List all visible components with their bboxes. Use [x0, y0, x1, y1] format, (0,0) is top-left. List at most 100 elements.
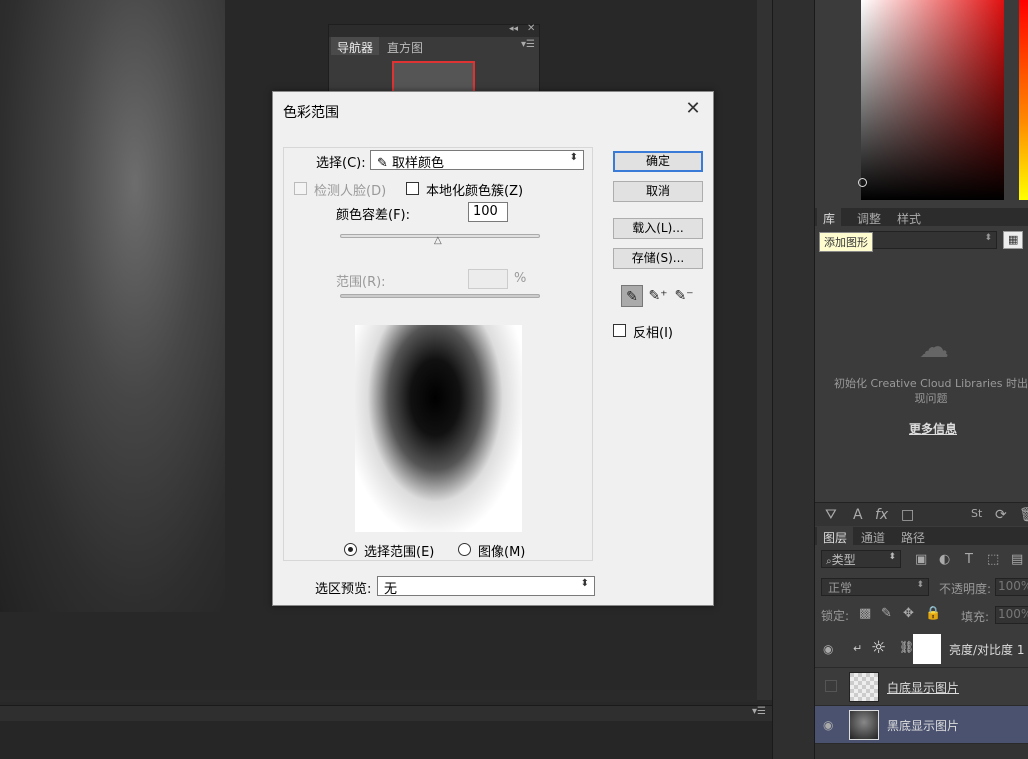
range-input[interactable]	[468, 269, 508, 289]
layer-name[interactable]: 亮度/对比度 1	[949, 641, 1025, 658]
select-dropdown[interactable]: ✎ 取样颜色 ⬍	[370, 150, 584, 171]
panel-dock-strip	[772, 0, 814, 759]
selection-radio-label: 选择范围(E)	[364, 545, 435, 560]
more-info-link[interactable]: 更多信息	[909, 420, 957, 437]
options-group: 选择(C): ✎ 取样颜色 ⬍ 检测人脸(D) 本地化颜色簇(Z) 颜色容差(F…	[283, 147, 593, 561]
ok-button[interactable]: 确定	[613, 151, 703, 172]
filter-type-icon[interactable]: T	[965, 552, 973, 567]
detect-faces-label: 检测人脸(D)	[314, 184, 387, 199]
dialog-title: 色彩范围	[283, 105, 339, 121]
updown-arrow-icon: ⬍	[569, 152, 578, 163]
library-toolbar: ⛛ A fx □ St ⟳ 🗑	[815, 502, 1028, 526]
selection-preview-value: 无	[384, 582, 398, 597]
collapse-icon[interactable]: ◂◂	[509, 24, 518, 34]
filter-pixel-icon[interactable]: ▣	[915, 552, 927, 567]
selection-preview-image[interactable]	[355, 325, 522, 532]
add-layer-style-icon[interactable]: fx	[875, 507, 888, 523]
right-panels: 库 调整 样式 ⬍ 添加图形 ▦ ☁ 初始化 Creative Cloud Li…	[814, 0, 1028, 759]
eye-icon[interactable]: ◉	[823, 642, 833, 656]
selection-radio[interactable]	[344, 543, 357, 556]
filter-adjustment-icon[interactable]: ◐	[939, 552, 950, 567]
stock-icon[interactable]: St	[971, 507, 982, 520]
save-button[interactable]: 存储(S)...	[613, 248, 703, 269]
tab-libraries[interactable]: 库	[817, 208, 842, 226]
layer-row[interactable]: ◉ 黑底显示图片	[815, 706, 1028, 744]
tab-paths[interactable]: 路径	[895, 527, 931, 545]
tab-channels[interactable]: 通道	[855, 527, 891, 545]
lock-image-icon[interactable]: ✎	[881, 606, 892, 621]
layer-name[interactable]: 白底显示图片	[887, 679, 959, 696]
grid-view-icon[interactable]: ▦	[1003, 231, 1023, 249]
close-icon[interactable]: ✕	[527, 23, 535, 34]
add-color-icon[interactable]: ⛛	[825, 507, 837, 523]
layer-thumbnail	[849, 672, 879, 702]
layer-filter-select[interactable]: ⌕类型 ⬍	[821, 550, 901, 568]
filter-smart-object-icon[interactable]: ▤	[1011, 552, 1023, 567]
select-value: 取样颜色	[392, 156, 445, 171]
opacity-input[interactable]: 100%	[995, 578, 1028, 596]
invert-checkbox[interactable]	[613, 324, 626, 337]
vertical-scrollbar[interactable]	[757, 0, 772, 700]
fuzziness-label: 颜色容差(F):	[336, 208, 411, 223]
tab-layers[interactable]: 图层	[817, 527, 854, 545]
updown-arrow-icon: ⬍	[580, 578, 589, 589]
tab-styles[interactable]: 样式	[891, 208, 927, 226]
eyedropper-icon[interactable]: ✎	[621, 285, 643, 307]
lock-all-icon[interactable]: 🔒	[925, 606, 941, 621]
filter-shape-icon[interactable]: ⬚	[987, 552, 999, 567]
image-radio[interactable]	[458, 543, 471, 556]
document-photo	[0, 0, 225, 612]
invert-label: 反相(I)	[633, 326, 673, 341]
localized-clusters-checkbox[interactable]	[406, 182, 419, 195]
tab-adjustments[interactable]: 调整	[851, 208, 887, 226]
lock-transparent-icon[interactable]: ▩	[859, 606, 871, 621]
layers-tabs: 图层 通道 路径	[815, 527, 1028, 545]
fill-label: 填充:	[961, 610, 990, 624]
close-icon[interactable]: ✕	[681, 98, 705, 120]
selection-preview-label: 选区预览:	[315, 582, 372, 597]
library-select[interactable]: ⬍	[869, 231, 997, 249]
layer-name[interactable]: 黑底显示图片	[887, 717, 959, 734]
lock-label: 锁定:	[821, 609, 850, 623]
fuzziness-input[interactable]: 100	[468, 202, 508, 222]
tab-navigator[interactable]: 导航器	[331, 37, 380, 55]
add-graphic-icon[interactable]: □	[901, 507, 914, 523]
color-picker-field[interactable]	[861, 0, 1004, 200]
slider-thumb-icon[interactable]: △	[434, 236, 444, 246]
range-unit: %	[514, 271, 527, 286]
delete-icon[interactable]: 🗑	[1019, 507, 1028, 523]
layer-mask-thumbnail[interactable]	[913, 634, 941, 664]
layer-row[interactable]: ◉ ↵ ☼ ⛓ 亮度/对比度 1	[815, 630, 1028, 668]
eye-icon[interactable]: ◉	[823, 718, 833, 732]
layer-row[interactable]: 白底显示图片	[815, 668, 1028, 706]
panel-menu-icon[interactable]: ▾☰	[521, 39, 535, 50]
color-hue-slider[interactable]	[1019, 0, 1028, 200]
fill-input[interactable]: 100%	[995, 606, 1028, 624]
load-button[interactable]: 载入(L)...	[613, 218, 703, 239]
layer-filter-kind: 类型	[831, 553, 856, 567]
link-icon[interactable]: ⛓	[899, 640, 914, 654]
visibility-toggle[interactable]	[825, 680, 837, 692]
horizontal-scrollbar[interactable]	[0, 690, 757, 702]
sync-icon[interactable]: ⟳	[995, 507, 1007, 523]
navigator-titlebar[interactable]: ◂◂ ✕	[329, 23, 539, 37]
panel-menu-icon[interactable]: ▾☰	[752, 706, 766, 717]
detect-faces-checkbox[interactable]	[294, 182, 307, 195]
bottom-panel-header	[0, 705, 772, 721]
lock-position-icon[interactable]: ✥	[903, 606, 914, 621]
eyedropper-subtract-icon[interactable]: ✎⁻	[673, 285, 695, 307]
navigator-panel: ◂◂ ✕ 导航器 直方图 ▾☰	[328, 23, 540, 101]
image-radio-label: 图像(M)	[478, 545, 526, 560]
dialog-body: 选择(C): ✎ 取样颜色 ⬍ 检测人脸(D) 本地化颜色簇(Z) 颜色容差(F…	[273, 130, 713, 605]
blend-mode-select[interactable]: 正常 ⬍	[821, 578, 929, 596]
range-slider[interactable]	[340, 294, 540, 298]
color-picker-cursor[interactable]	[858, 178, 867, 187]
add-character-style-icon[interactable]: A	[853, 507, 863, 523]
eyedropper-add-icon[interactable]: ✎⁺	[647, 285, 669, 307]
creative-cloud-error-icon: ☁	[919, 330, 949, 365]
cc-error-message: 初始化 Creative Cloud Libraries 时出现问题	[833, 377, 1028, 405]
layer-row[interactable]	[815, 744, 1028, 759]
selection-preview-select[interactable]: 无 ⬍	[377, 576, 595, 597]
cancel-button[interactable]: 取消	[613, 181, 703, 202]
tab-histogram[interactable]: 直方图	[381, 37, 429, 55]
